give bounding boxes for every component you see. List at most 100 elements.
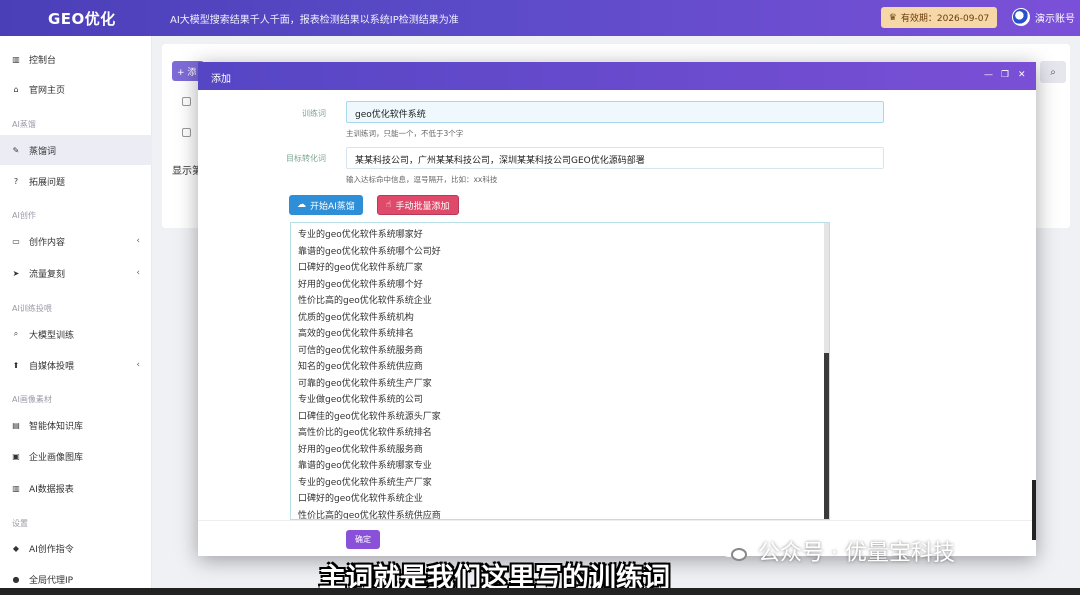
watermark-text: 公众号 · 优量宝科技 <box>758 541 955 566</box>
image-icon: ▣ <box>12 451 20 461</box>
manual-batch-add-label: 手动批量添加 <box>395 201 450 212</box>
expiry-badge[interactable]: ♛ 有效期：2026-09-07 <box>881 7 997 28</box>
modal-scrollbar[interactable] <box>1032 480 1036 540</box>
report-icon: ▥ <box>12 483 20 493</box>
sidebar-item-media-feed[interactable]: ⬆ 自媒体投喂 ‹ <box>0 350 152 380</box>
sidebar-group-distill: AI蒸馏 <box>12 120 36 129</box>
add-modal: 添加 — ❐ ✕ 训练词 geo优化软件系统 主训练词，只能一个，不低于3个字 … <box>198 62 1036 556</box>
search-button[interactable]: ⌕ <box>1040 61 1066 83</box>
sidebar-item-label: 官网主页 <box>29 85 66 96</box>
list-item: 高效的geo优化软件系统排名 <box>298 329 414 339</box>
target-word-hint: 输入达标命中信息，逗号隔开，比如：xx科技 <box>346 175 498 184</box>
sidebar-item-content[interactable]: ▭ 创作内容 ‹ <box>0 226 152 256</box>
user-name: 演示账号 <box>1035 13 1075 25</box>
list-item: 口碑好的geo优化软件系统企业 <box>298 494 423 504</box>
sidebar-item-label: 企业画像图库 <box>29 452 84 463</box>
chevron-left-icon: ‹ <box>136 268 140 278</box>
watermark: 公众号 · 优量宝科技 <box>720 535 955 567</box>
sidebar-item-label: 拓展问题 <box>29 177 66 188</box>
sidebar-item-label: 自媒体投喂 <box>29 361 75 372</box>
sidebar-item-data-report[interactable]: ▥ AI数据报表 <box>0 473 152 503</box>
sidebar-item-label: 流量复刻 <box>29 269 66 280</box>
cloud-icon: ☁ <box>297 200 306 210</box>
globe-icon: ● <box>12 574 20 584</box>
sidebar-item-distill-words[interactable]: ✎ 蒸馏词 <box>0 135 152 165</box>
list-item: 口碑好的geo优化软件系统厂家 <box>298 263 423 273</box>
manual-batch-add-button[interactable]: ☝ 手动批量添加 <box>377 195 459 215</box>
sidebar-item-label: 蒸馏词 <box>29 146 57 157</box>
book-icon: ▤ <box>12 420 20 430</box>
list-item: 优质的geo优化软件系统机构 <box>298 312 414 323</box>
link-icon: ✎ <box>12 145 20 155</box>
sidebar-item-label: AI数据报表 <box>29 484 74 495</box>
sidebar-item-model-training[interactable]: ⌕ 大模型训练 <box>0 319 152 349</box>
sidebar: ▥ 控制台 ⌂ 官网主页 AI蒸馏 ✎ 蒸馏词 ? 拓展问题 AI创作 ▭ 创作… <box>0 36 152 595</box>
confirm-button[interactable]: 确定 <box>346 530 380 549</box>
train-word-hint: 主训练词，只能一个，不低于3个字 <box>346 129 464 138</box>
top-header: GEO优化 AI大模型搜索结果千人千面，报表检测结果以系统IP检测结果为准 ♛ … <box>0 0 1080 36</box>
modal-header: 添加 — ❐ ✕ <box>198 62 1036 90</box>
list-item: 性价比高的geo优化软件系统供应商 <box>298 510 441 520</box>
wechat-icon <box>720 540 750 562</box>
sidebar-item-traffic-copy[interactable]: ➤ 流量复刻 ‹ <box>0 258 152 288</box>
folder-icon: ▭ <box>12 236 20 246</box>
sidebar-item-image-gallery[interactable]: ▣ 企业画像图库 <box>0 441 152 471</box>
sidebar-item-label: AI创作指令 <box>29 544 74 555</box>
search-icon: ⌕ <box>1050 66 1056 78</box>
start-ai-distill-label: 开始AI蒸馏 <box>310 201 355 212</box>
row-checkbox[interactable] <box>182 128 191 137</box>
list-item: 专业的geo优化软件系统哪家好 <box>298 230 423 240</box>
sidebar-group-create: AI创作 <box>12 211 36 220</box>
question-icon: ? <box>13 176 19 186</box>
list-item: 口碑佳的geo优化软件系统源头厂家 <box>298 411 441 422</box>
search-icon: ⌕ <box>13 329 19 338</box>
command-icon: ◆ <box>12 543 20 553</box>
list-item: 可信的geo优化软件系统服务商 <box>298 345 423 356</box>
list-item: 性价比高的geo优化软件系统企业 <box>298 296 432 306</box>
taskbar <box>0 588 1080 595</box>
app-logo[interactable]: GEO优化 <box>48 8 116 29</box>
target-word-input[interactable]: 某某科技公司，广州某某科技公司，深圳某某科技公司GEO优化源码部署 <box>346 147 884 169</box>
user-menu[interactable]: 演示账号 <box>1012 8 1075 26</box>
sidebar-item-expand-questions[interactable]: ? 拓展问题 <box>0 166 152 196</box>
chart-icon: ▥ <box>12 54 20 64</box>
sidebar-item-label: 全局代理IP <box>29 575 74 586</box>
upload-icon: ⬆ <box>12 360 20 370</box>
rocket-icon: ➤ <box>12 268 20 278</box>
list-item: 靠谱的geo优化软件系统哪个公司好 <box>298 246 441 257</box>
modal-body: 训练词 geo优化软件系统 主训练词，只能一个，不低于3个字 目标转化词 某某科… <box>198 90 1036 520</box>
list-item: 知名的geo优化软件系统供应商 <box>298 362 423 372</box>
list-item: 好用的geo优化软件系统哪个好 <box>298 279 423 290</box>
select-all-checkbox[interactable] <box>182 97 191 106</box>
sidebar-item-knowledge-base[interactable]: ▤ 智能体知识库 <box>0 410 152 440</box>
sidebar-item-label: 控制台 <box>29 55 57 66</box>
list-item: 可靠的geo优化软件系统生产厂家 <box>298 378 432 389</box>
minimize-icon[interactable]: — <box>984 70 993 80</box>
sidebar-group-train: AI训练投喂 <box>12 304 52 313</box>
maximize-icon[interactable]: ❐ <box>1001 70 1009 80</box>
list-item: 靠谱的geo优化软件系统哪家专业 <box>298 461 432 471</box>
sidebar-group-settings: 设置 <box>12 519 28 528</box>
sidebar-item-ai-command[interactable]: ◆ AI创作指令 <box>0 533 152 563</box>
sidebar-item-label: 智能体知识库 <box>29 421 84 432</box>
sidebar-item-homepage[interactable]: ⌂ 官网主页 <box>0 74 152 104</box>
scrollbar-thumb[interactable] <box>824 353 829 519</box>
crown-icon: ♛ <box>888 12 897 23</box>
sidebar-item-dashboard[interactable]: ▥ 控制台 <box>0 44 152 74</box>
close-icon[interactable]: ✕ <box>1018 70 1026 80</box>
header-notice: AI大模型搜索结果千人千面，报表检测结果以系统IP检测结果为准 <box>170 15 459 26</box>
list-item: 高性价比的geo优化软件系统排名 <box>298 428 432 438</box>
list-item: 好用的geo优化软件系统服务商 <box>298 444 423 455</box>
home-icon: ⌂ <box>13 84 19 94</box>
result-list: 专业的geo优化软件系统哪家好靠谱的geo优化软件系统哪个公司好 口碑好的geo优… <box>291 223 829 520</box>
start-ai-distill-button[interactable]: ☁ 开始AI蒸馏 <box>289 195 363 215</box>
train-word-input[interactable]: geo优化软件系统 <box>346 101 884 123</box>
avatar <box>1012 8 1030 26</box>
list-item: 专业做geo优化软件系统的公司 <box>298 395 423 405</box>
result-textarea[interactable]: 专业的geo优化软件系统哪家好靠谱的geo优化软件系统哪个公司好 口碑好的geo优… <box>290 222 830 520</box>
chevron-left-icon: ‹ <box>136 236 140 246</box>
chevron-left-icon: ‹ <box>136 360 140 370</box>
hand-icon: ☝ <box>386 200 392 210</box>
sidebar-group-assets: AI画像素材 <box>12 395 52 404</box>
sidebar-item-label: 创作内容 <box>29 237 66 248</box>
